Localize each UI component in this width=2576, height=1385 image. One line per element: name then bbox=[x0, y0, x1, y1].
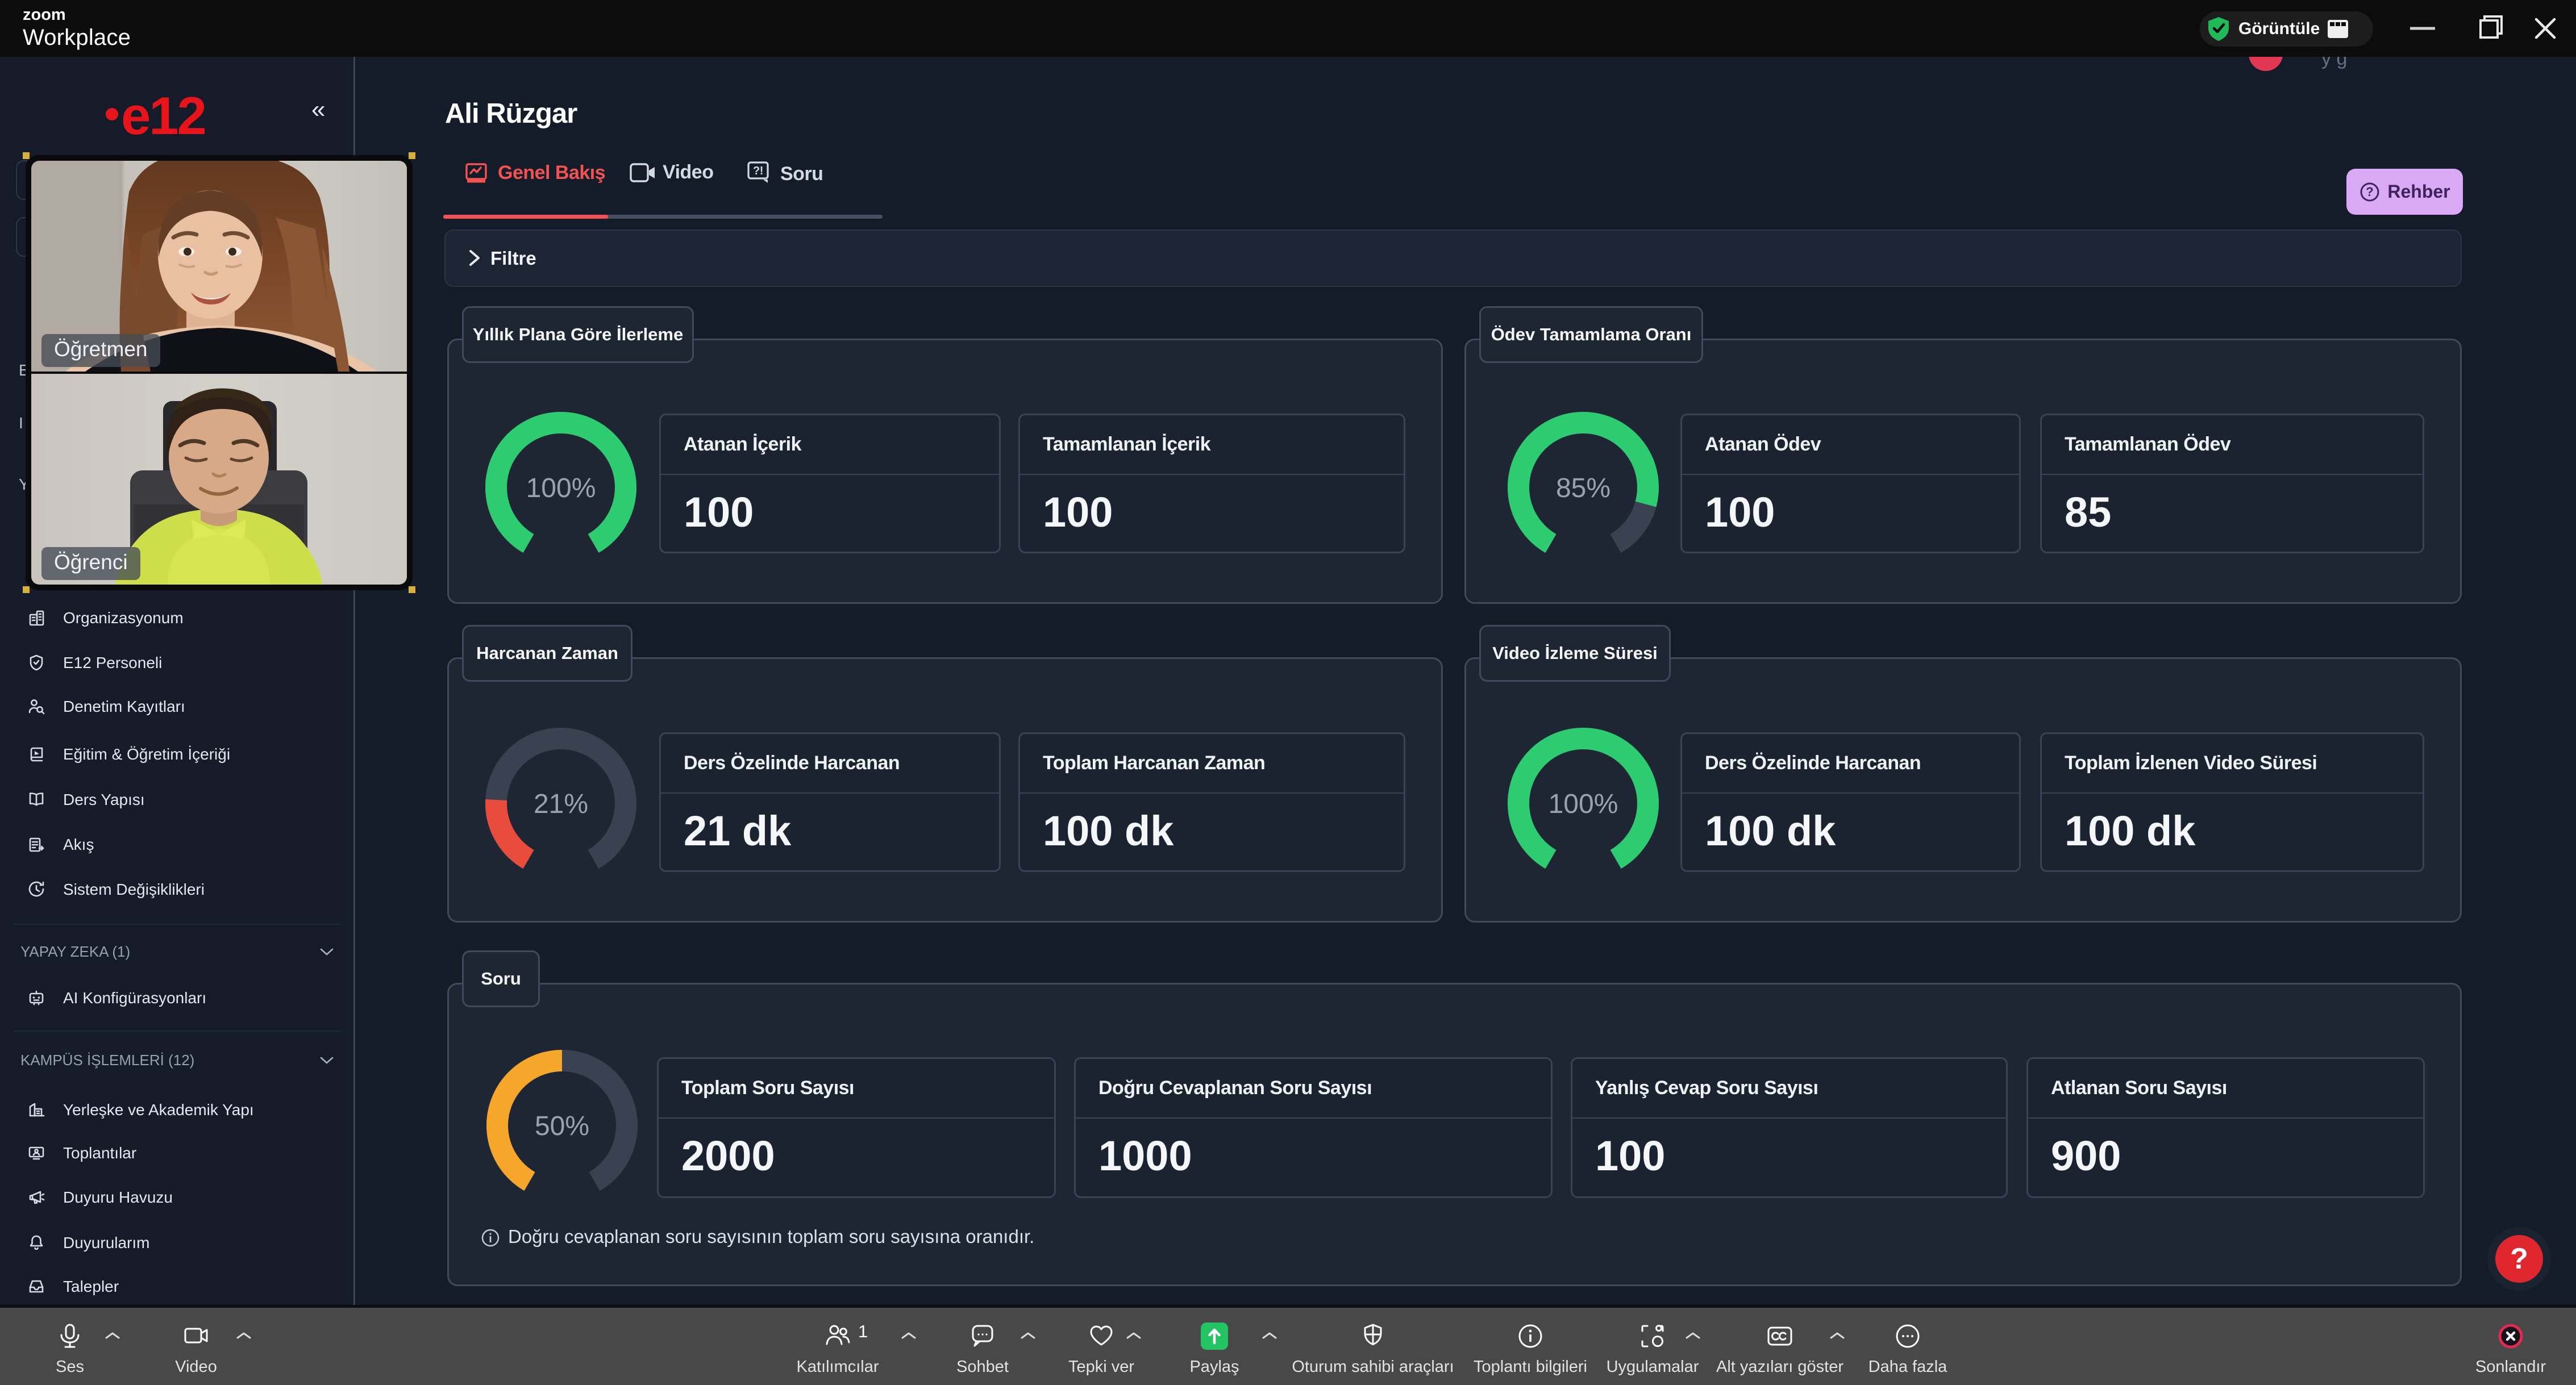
svg-text:85%: 85% bbox=[1556, 473, 1610, 503]
svg-text:50%: 50% bbox=[535, 1111, 589, 1141]
svg-text:?: ? bbox=[2366, 185, 2374, 199]
svg-text:21%: 21% bbox=[534, 789, 588, 819]
svg-text:?!: ?! bbox=[753, 165, 763, 177]
svg-text:100%: 100% bbox=[526, 473, 596, 503]
svg-text:100%: 100% bbox=[1549, 789, 1618, 819]
